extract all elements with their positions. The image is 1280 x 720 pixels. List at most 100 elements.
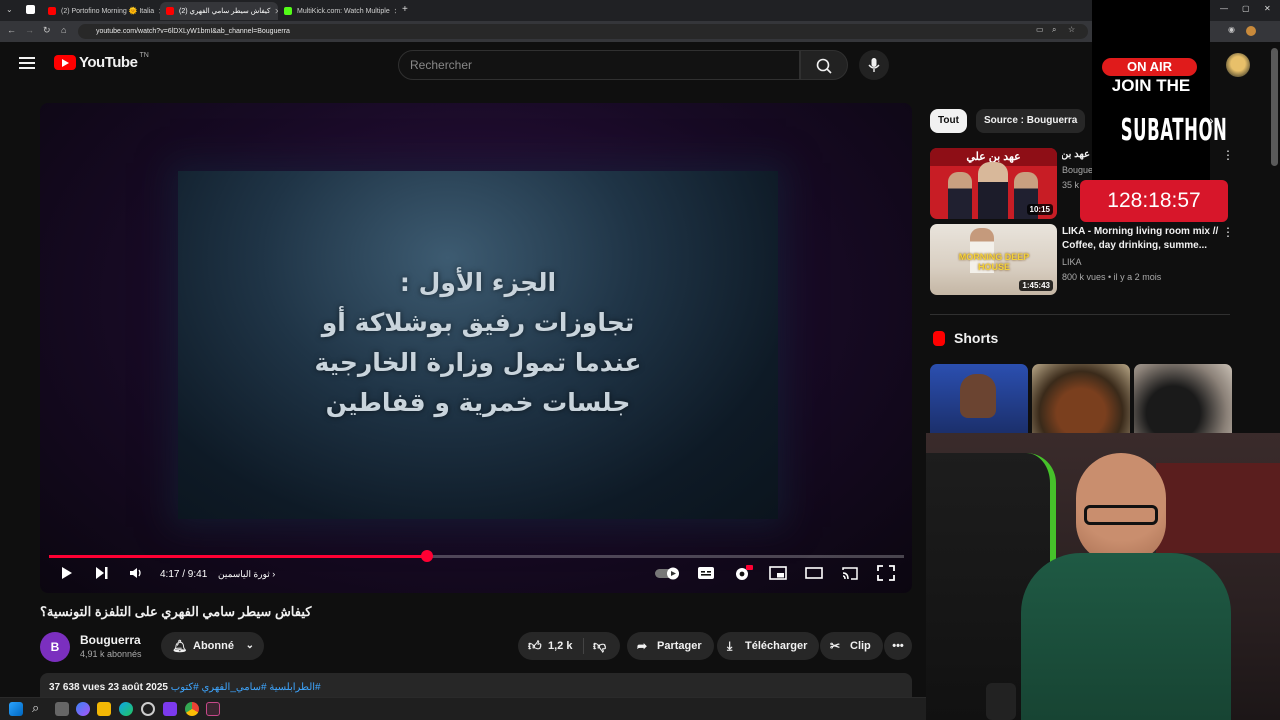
search-button[interactable] xyxy=(800,50,848,80)
url-bar[interactable]: youtube.com/watch?v=6lDXLyW1bmI&ab_chann… xyxy=(78,24,1088,39)
maximize-icon[interactable]: ▢ xyxy=(1242,4,1250,13)
masthead: YouTube TN Rechercher xyxy=(0,42,1280,88)
dislike-icon[interactable]: 👎︎ xyxy=(593,632,606,660)
reload-icon[interactable]: ↻ xyxy=(43,25,51,36)
fullscreen-icon[interactable] xyxy=(877,565,895,581)
recommended-thumbnail[interactable]: MORNING DEEP HOUSE 1:45:43 xyxy=(930,224,1057,295)
short-thumbnail[interactable] xyxy=(1032,364,1130,434)
tab-search-icon[interactable]: ⌄ xyxy=(6,5,13,14)
microphone-icon xyxy=(868,58,880,72)
chip-all[interactable]: Tout xyxy=(930,109,967,133)
minimize-icon[interactable]: — xyxy=(1220,4,1228,13)
cast-icon[interactable] xyxy=(841,565,859,581)
recommended-meta: 35 k xyxy=(1062,180,1080,190)
chapter-button[interactable]: ثورة الياسمين › xyxy=(218,569,275,580)
theater-mode-icon[interactable] xyxy=(805,565,823,581)
recommended-thumbnail[interactable]: عهد بن علي 10:15 xyxy=(930,148,1057,219)
close-window-icon[interactable]: ✕ xyxy=(1264,4,1271,13)
subtitles-icon[interactable] xyxy=(697,565,715,581)
file-explorer-icon[interactable] xyxy=(97,702,111,716)
next-icon[interactable] xyxy=(93,565,109,581)
subscriber-count: 4,91 k abonnés xyxy=(80,649,142,659)
search-input[interactable]: Rechercher xyxy=(398,50,800,80)
download-button[interactable]: ⤓ Télécharger xyxy=(717,632,820,660)
person-figure xyxy=(960,374,996,418)
share-button[interactable]: ➦ Partager xyxy=(627,632,714,660)
download-label: Télécharger xyxy=(745,640,808,652)
back-icon[interactable]: ← xyxy=(7,25,16,35)
chip-source[interactable]: Source : Bouguerra xyxy=(976,109,1086,133)
zoom-icon[interactable]: ⌕ xyxy=(1052,25,1056,35)
progress-bar[interactable] xyxy=(49,550,904,562)
forward-icon[interactable]: → xyxy=(25,25,34,35)
tab-multikick[interactable]: MultiKick.com: Watch Multiple ✕ xyxy=(278,2,396,20)
search-icon[interactable]: ⌕ xyxy=(32,700,39,716)
more-vertical-icon[interactable]: ⋮ xyxy=(1222,225,1234,239)
shorts-section-title: Shorts xyxy=(954,330,999,346)
bookmark-star-icon[interactable]: ☆ xyxy=(1068,25,1075,34)
divider xyxy=(930,314,1230,315)
progress-scrubber[interactable] xyxy=(420,550,433,562)
hashtags[interactable]: #الطرابلسية #سامي_الفهري #كتوب xyxy=(171,682,321,693)
volume-icon[interactable] xyxy=(128,565,144,581)
channel-name[interactable]: Bouguerra xyxy=(80,633,141,647)
close-tab-icon[interactable]: ✕ xyxy=(390,7,396,16)
miniplayer-icon[interactable] xyxy=(769,565,787,581)
page-scrollbar[interactable] xyxy=(1271,48,1278,166)
chrome-icon[interactable] xyxy=(185,702,199,716)
logo-text: YouTube xyxy=(79,54,138,71)
short-thumbnail[interactable] xyxy=(930,364,1028,434)
tab-title: (2) Portofino Morning 🌞 Italia xyxy=(61,8,155,15)
more-vertical-icon[interactable]: ⋮ xyxy=(1222,148,1234,162)
profile-icon[interactable] xyxy=(1246,26,1256,36)
copilot-icon[interactable] xyxy=(76,702,90,716)
edge-icon[interactable] xyxy=(119,702,133,716)
download-icon: ⤓ xyxy=(727,639,733,653)
play-icon[interactable] xyxy=(58,565,74,581)
frame-text-line: جلسات خمرية و قفاطين xyxy=(325,388,631,417)
tab-current-video[interactable]: كيفاش سيطر سامي الفهري (2) ✕ xyxy=(160,2,278,20)
mug xyxy=(986,683,1016,720)
subscribed-button[interactable]: 🔔︎ Abonné ⌄ xyxy=(161,632,264,660)
youtube-logo[interactable]: YouTube TN xyxy=(54,52,149,71)
app-icon[interactable] xyxy=(163,702,177,716)
cast-icon[interactable]: ▭ xyxy=(1036,25,1044,34)
menu-icon[interactable] xyxy=(19,57,35,69)
frame-text-line: تجاوزات رفيق بوشلاكة أو xyxy=(321,308,635,337)
search-icon xyxy=(816,58,832,74)
app-icon[interactable] xyxy=(141,702,155,716)
tab-title: MultiKick.com: Watch Multiple xyxy=(297,7,390,15)
recommended-channel[interactable]: LIKA xyxy=(1062,257,1082,267)
scissors-icon: ✂ xyxy=(830,639,841,653)
autoplay-toggle[interactable] xyxy=(654,565,682,581)
clip-button[interactable]: ✂ Clip xyxy=(820,632,883,660)
new-tab-icon[interactable]: + xyxy=(402,4,408,15)
task-view-icon[interactable] xyxy=(55,702,69,716)
like-icon[interactable]: 👍︎ xyxy=(528,632,542,660)
video-frame: الجزء الأول : تجاوزات رفيق بوشلاكة أو عن… xyxy=(178,171,778,519)
obs-app-icon[interactable] xyxy=(206,702,220,716)
short-thumbnail[interactable] xyxy=(1134,364,1232,434)
extension-icon[interactable]: ◉ xyxy=(1228,25,1235,34)
person-figure xyxy=(948,172,972,219)
like-count[interactable]: 1,2 k xyxy=(548,640,572,652)
url-text: youtube.com/watch?v=6lDXLyW1bmI&ab_chann… xyxy=(96,28,290,35)
chapter-title: ثورة الياسمين xyxy=(218,569,270,579)
account-avatar[interactable] xyxy=(1226,53,1250,77)
youtube-favicon-icon xyxy=(166,7,174,15)
recommended-channel[interactable]: Bougue xyxy=(1062,165,1093,175)
more-actions-button[interactable]: ••• xyxy=(884,632,912,660)
recommended-title[interactable]: LIKA - Morning living room mix // Coffee… xyxy=(1062,225,1222,253)
recommended-title[interactable]: عهد بن علي؟ xyxy=(1062,148,1090,162)
thumbnail-caption: MORNING DEEP HOUSE xyxy=(958,252,1030,272)
kick-favicon-icon xyxy=(284,7,292,15)
windows-start-icon[interactable] xyxy=(9,702,23,716)
home-icon[interactable]: ⌂ xyxy=(61,25,66,35)
tab-portofino[interactable]: (2) Portofino Morning 🌞 Italia ✕ xyxy=(42,2,160,20)
video-player[interactable]: الجزء الأول : تجاوزات رفيق بوشلاكة أو عن… xyxy=(40,103,912,593)
close-tab-icon[interactable]: ✕ xyxy=(270,7,278,16)
settings-gear-icon[interactable] xyxy=(733,565,753,581)
channel-avatar[interactable]: B xyxy=(40,632,70,662)
pinned-tab-icon[interactable] xyxy=(26,5,35,14)
voice-search-button[interactable] xyxy=(859,50,889,80)
